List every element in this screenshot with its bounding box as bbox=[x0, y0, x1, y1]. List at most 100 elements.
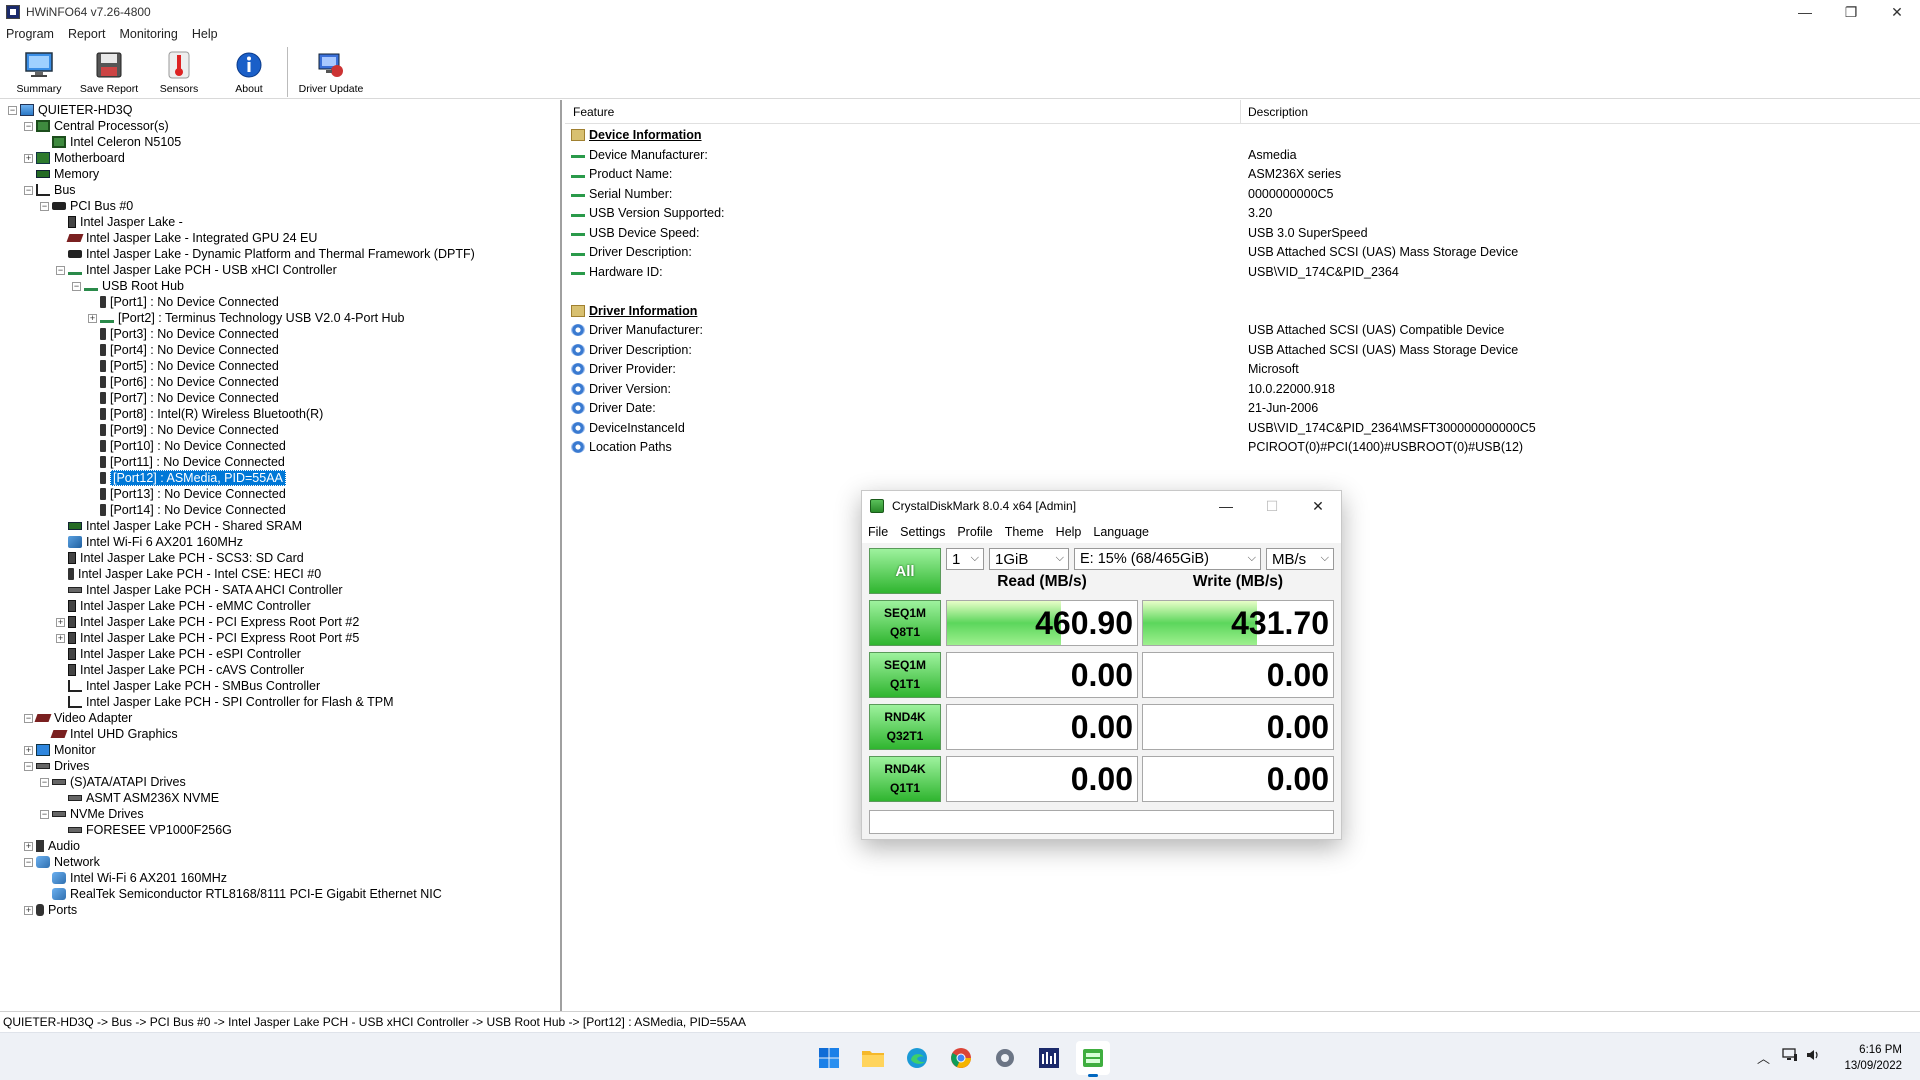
tree-item[interactable]: [Port5] : No Device Connected bbox=[88, 358, 279, 374]
volume-icon[interactable] bbox=[1806, 1048, 1822, 1065]
comment-field[interactable] bbox=[869, 810, 1334, 834]
collapse-icon[interactable]: − bbox=[24, 857, 33, 867]
settings-icon[interactable] bbox=[988, 1041, 1022, 1075]
feature-row[interactable]: Driver Description: bbox=[571, 341, 692, 359]
expand-icon[interactable]: + bbox=[56, 633, 65, 643]
expand-icon[interactable]: + bbox=[56, 617, 65, 627]
test-button-seq1m-q8t1[interactable]: SEQ1M Q8T1 bbox=[869, 600, 941, 646]
tree-item[interactable]: + Ports bbox=[24, 902, 77, 918]
description-column-header[interactable]: Description bbox=[1248, 105, 1308, 119]
test-size-select[interactable]: 1GiB ⌵ bbox=[989, 548, 1069, 570]
drive-select[interactable]: E: 15% (68/465GiB) ⌵ bbox=[1074, 548, 1261, 570]
collapse-icon[interactable]: − bbox=[40, 201, 49, 211]
tree-item[interactable]: − PCI Bus #0 bbox=[40, 198, 133, 214]
unit-select[interactable]: MB/s ⌵ bbox=[1266, 548, 1334, 570]
tree-item[interactable]: Intel Jasper Lake - Dynamic Platform and… bbox=[56, 246, 475, 262]
cdm-menu-theme[interactable]: Theme bbox=[1005, 525, 1044, 539]
tree-item[interactable]: + Intel Jasper Lake PCH - PCI Express Roo… bbox=[56, 614, 359, 630]
cdm-maximize-button[interactable]: ☐ bbox=[1249, 491, 1295, 521]
tree-item[interactable]: Intel Jasper Lake PCH - Intel CSE: HECI … bbox=[56, 566, 321, 582]
feature-row[interactable]: Driver Version: bbox=[571, 380, 671, 398]
tree-item[interactable]: − Intel Jasper Lake PCH - USB xHCI Contro… bbox=[56, 262, 337, 278]
menu-monitoring[interactable]: Monitoring bbox=[119, 27, 177, 41]
tree-item[interactable]: Intel Jasper Lake - bbox=[56, 214, 183, 230]
file-explorer-icon[interactable] bbox=[856, 1041, 890, 1075]
feature-row[interactable]: Driver Provider: bbox=[571, 360, 676, 378]
feature-row[interactable]: Driver Date: bbox=[571, 399, 656, 417]
tree-item[interactable]: − NVMe Drives bbox=[40, 806, 144, 822]
collapse-icon[interactable]: − bbox=[24, 121, 33, 131]
expand-icon[interactable]: + bbox=[88, 313, 97, 323]
feature-row[interactable]: USB Version Supported: bbox=[571, 204, 725, 222]
chrome-icon[interactable] bbox=[944, 1041, 978, 1075]
tree-item[interactable]: Memory bbox=[24, 166, 99, 182]
test-button-rnd4k-q32t1[interactable]: RND4K Q32T1 bbox=[869, 704, 941, 750]
tree-item[interactable]: Intel Wi-Fi 6 AX201 160MHz bbox=[40, 870, 227, 886]
test-button-rnd4k-q1t1[interactable]: RND4K Q1T1 bbox=[869, 756, 941, 802]
tree-item[interactable]: [Port11] : No Device Connected bbox=[88, 454, 285, 470]
menu-help[interactable]: Help bbox=[192, 27, 218, 41]
cdm-menu-file[interactable]: File bbox=[868, 525, 888, 539]
sensors-button[interactable]: Sensors bbox=[144, 45, 214, 99]
device-tree[interactable]: − QUIETER-HD3Q − Central Processor(s) Intel … bbox=[0, 100, 562, 1011]
tree-item[interactable]: − Bus bbox=[24, 182, 76, 198]
network-icon[interactable] bbox=[1782, 1048, 1798, 1065]
tree-item-selected[interactable]: [Port12] : ASMedia, PID=55AA bbox=[88, 470, 286, 486]
tree-item[interactable]: Intel Jasper Lake - Integrated GPU 24 EU bbox=[56, 230, 317, 246]
tree-item[interactable]: + Motherboard bbox=[24, 150, 125, 166]
tree-item[interactable]: [Port7] : No Device Connected bbox=[88, 390, 279, 406]
tree-item[interactable]: + Audio bbox=[24, 838, 80, 854]
tree-item[interactable]: [Port9] : No Device Connected bbox=[88, 422, 279, 438]
tree-item[interactable]: − QUIETER-HD3Q bbox=[8, 102, 132, 118]
feature-row[interactable]: Location Paths bbox=[571, 438, 672, 456]
tree-item[interactable]: Intel Jasper Lake PCH - SMBus Controller bbox=[56, 678, 320, 694]
cdm-menu-settings[interactable]: Settings bbox=[900, 525, 945, 539]
collapse-icon[interactable]: − bbox=[24, 761, 33, 771]
driver-update-button[interactable]: Driver Update bbox=[291, 45, 371, 99]
tree-item[interactable]: Intel UHD Graphics bbox=[40, 726, 178, 742]
crystaldiskmark-icon[interactable] bbox=[1076, 1041, 1110, 1077]
collapse-icon[interactable]: − bbox=[56, 265, 65, 275]
tree-item[interactable]: Intel Celeron N5105 bbox=[40, 134, 181, 150]
tree-item[interactable]: − USB Root Hub bbox=[72, 278, 184, 294]
cdm-menu-language[interactable]: Language bbox=[1093, 525, 1149, 539]
feature-row[interactable]: Driver Manufacturer: bbox=[571, 321, 703, 339]
expand-icon[interactable]: + bbox=[24, 745, 33, 755]
tree-item[interactable]: − Drives bbox=[24, 758, 89, 774]
tree-item[interactable]: + Monitor bbox=[24, 742, 96, 758]
tree-item[interactable]: − (S)ATA/ATAPI Drives bbox=[40, 774, 186, 790]
tree-item[interactable]: − Video Adapter bbox=[24, 710, 132, 726]
collapse-icon[interactable]: − bbox=[8, 105, 17, 115]
collapse-icon[interactable]: − bbox=[24, 713, 33, 723]
tree-item[interactable]: [Port1] : No Device Connected bbox=[88, 294, 279, 310]
feature-row[interactable]: DeviceInstanceId bbox=[571, 419, 685, 437]
restore-button[interactable]: ❐ bbox=[1828, 0, 1874, 24]
expand-icon[interactable]: + bbox=[24, 841, 33, 851]
tree-item[interactable]: Intel Jasper Lake PCH - Shared SRAM bbox=[56, 518, 302, 534]
tree-item[interactable]: Intel Jasper Lake PCH - SATA AHCI Contro… bbox=[56, 582, 343, 598]
cdm-menu-profile[interactable]: Profile bbox=[957, 525, 992, 539]
run-all-button[interactable]: All bbox=[869, 548, 941, 594]
tree-item[interactable]: Intel Jasper Lake PCH - eSPI Controller bbox=[56, 646, 301, 662]
about-button[interactable]: About bbox=[214, 45, 284, 99]
tree-item[interactable]: + Intel Jasper Lake PCH - PCI Express Roo… bbox=[56, 630, 359, 646]
collapse-icon[interactable]: − bbox=[72, 281, 81, 291]
chevron-up-icon[interactable]: ︿ bbox=[1757, 1048, 1770, 1067]
tree-item[interactable]: Intel Jasper Lake PCH - SPI Controller f… bbox=[56, 694, 394, 710]
feature-row[interactable]: Hardware ID: bbox=[571, 263, 663, 281]
tree-item[interactable]: Intel Jasper Lake PCH - cAVS Controller bbox=[56, 662, 304, 678]
test-button-seq1m-q1t1[interactable]: SEQ1M Q1T1 bbox=[869, 652, 941, 698]
tree-item[interactable]: [Port6] : No Device Connected bbox=[88, 374, 279, 390]
tree-item[interactable]: [Port13] : No Device Connected bbox=[88, 486, 286, 502]
save-report-button[interactable]: Save Report bbox=[74, 45, 144, 99]
test-count-select[interactable]: 1 ⌵ bbox=[946, 548, 984, 570]
feature-row[interactable]: Driver Description: bbox=[571, 243, 692, 261]
tree-item[interactable]: FORESEE VP1000F256G bbox=[56, 822, 232, 838]
feature-column-header[interactable]: Feature bbox=[573, 105, 614, 119]
tree-item[interactable]: RealTek Semiconductor RTL8168/8111 PCI-E… bbox=[40, 886, 442, 902]
menu-report[interactable]: Report bbox=[68, 27, 106, 41]
feature-row[interactable]: Serial Number: bbox=[571, 185, 672, 203]
tree-item[interactable]: − Central Processor(s) bbox=[24, 118, 169, 134]
tree-item[interactable]: + [Port2] : Terminus Technology USB V2.0 … bbox=[88, 310, 405, 326]
tree-item[interactable]: [Port14] : No Device Connected bbox=[88, 502, 286, 518]
